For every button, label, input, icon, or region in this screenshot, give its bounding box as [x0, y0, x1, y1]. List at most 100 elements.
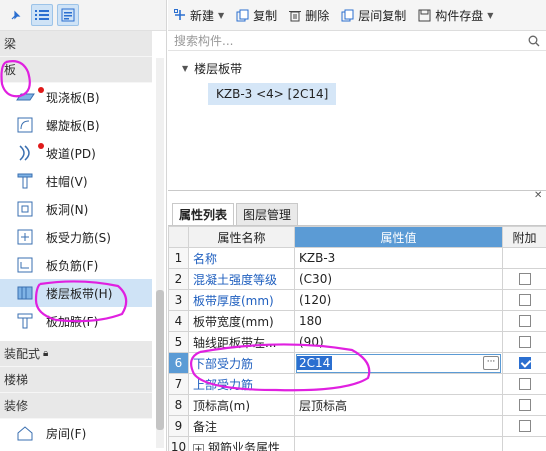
search-input[interactable]: 搜索构件... — [168, 31, 546, 51]
search-icon[interactable] — [528, 35, 540, 47]
copy-label: 复制 — [253, 8, 278, 23]
property-value[interactable]: KZB-3 — [294, 247, 503, 269]
sidebar-item-slab-strip[interactable]: 楼层板带(H) — [0, 279, 152, 307]
category-slab[interactable]: 板 — [0, 57, 152, 83]
table-row[interactable]: 10 + 钢筋业务属性 — [168, 436, 546, 451]
extra-checkbox[interactable] — [518, 378, 531, 390]
room-icon — [14, 423, 36, 443]
property-tabs: 属性列表 图层管理 — [168, 202, 546, 226]
property-name: 上部受力筋 — [188, 373, 295, 395]
save-component-button[interactable]: 构件存盘 ▼ — [418, 7, 493, 24]
new-button[interactable]: 新建 ▼ — [174, 7, 224, 24]
sidebar-item-label: 板受力筋(S) — [46, 230, 111, 245]
copy-icon — [236, 9, 249, 21]
column-cap-icon — [14, 171, 36, 191]
header-value: 属性值 — [294, 226, 503, 248]
property-name: 名称 — [188, 247, 295, 269]
value-edit-field[interactable]: 2C14 ··· — [296, 353, 501, 373]
extra-cell — [502, 436, 546, 451]
table-row[interactable]: 2 混凝土强度等级 (C30) — [168, 268, 546, 290]
category-stairs[interactable]: 楼梯 — [0, 367, 152, 393]
tree-group[interactable]: ▼ 楼层板带 — [168, 57, 546, 79]
property-value[interactable]: 层顶标高 — [294, 394, 503, 416]
sidebar-toolbar — [0, 0, 166, 31]
list-view-icon[interactable] — [31, 4, 53, 26]
floor-copy-button[interactable]: 层间复制 — [341, 7, 406, 24]
table-row[interactable]: 4 板带宽度(mm) 180 — [168, 310, 546, 332]
slab-strip-icon — [14, 283, 36, 303]
sidebar-item-cast-slab[interactable]: 现浇板(B) — [0, 83, 152, 111]
property-value[interactable] — [294, 373, 503, 395]
row-number: 6 — [168, 352, 189, 374]
component-toolbar: 新建 ▼ 复制 删除 层间复制 构件存盘 ▼ — [168, 0, 546, 31]
sidebar-item-slab-rebar[interactable]: 板受力筋(S) — [0, 223, 152, 251]
tab-layer-management[interactable]: 图层管理 — [236, 203, 299, 225]
row-number: 7 — [168, 373, 189, 395]
tree-leaf-item[interactable]: KZB-3 <4> [2C14] — [208, 83, 337, 105]
category-decor[interactable]: 装修 — [0, 393, 152, 419]
table-row[interactable]: 9 备注 — [168, 415, 546, 437]
sidebar-item-slab-hole[interactable]: 板洞(N) — [0, 195, 152, 223]
property-value[interactable] — [294, 436, 503, 451]
sidebar-item-label: 坡道(PD) — [46, 146, 96, 161]
extra-checkbox[interactable] — [518, 357, 531, 369]
extra-checkbox[interactable] — [518, 294, 531, 306]
dropdown-arrow-icon[interactable]: ▼ — [487, 11, 493, 20]
tab-property-list[interactable]: 属性列表 — [172, 203, 235, 225]
save-component-label: 构件存盘 — [435, 8, 484, 23]
table-row[interactable]: 8 顶标高(m) 层顶标高 — [168, 394, 546, 416]
table-header: 属性名称 属性值 附加 — [168, 226, 546, 248]
sidebar-item-negative-rebar[interactable]: 板负筋(F) — [0, 251, 152, 279]
cast-slab-icon — [14, 87, 36, 107]
extra-checkbox[interactable] — [518, 336, 531, 348]
property-value[interactable]: (120) — [294, 289, 503, 311]
table-row[interactable]: 1 名称 KZB-3 — [168, 247, 546, 269]
table-row[interactable]: 7 上部受力筋 — [168, 373, 546, 395]
extra-checkbox[interactable] — [518, 399, 531, 411]
property-value[interactable]: 180 — [294, 310, 503, 332]
collapse-arrow-icon[interactable]: ▼ — [182, 64, 188, 73]
property-value[interactable]: 2C14 ··· — [294, 352, 503, 374]
sidebar-scroll-thumb[interactable] — [156, 290, 164, 430]
copy-button[interactable]: 复制 — [236, 7, 277, 24]
slab-hole-icon — [14, 199, 36, 219]
sidebar-item-label: 柱帽(V) — [46, 174, 88, 189]
table-row[interactable]: 3 板带厚度(mm) (120) — [168, 289, 546, 311]
header-extra: 附加 — [502, 226, 546, 248]
property-value[interactable] — [294, 415, 503, 437]
sidebar-item-column-cap[interactable]: 柱帽(V) — [0, 167, 152, 195]
pin-icon[interactable] — [5, 4, 27, 26]
floor-copy-icon — [341, 9, 354, 21]
category-prefab[interactable]: 装配式 🔒︎ — [0, 341, 152, 367]
extra-cell — [502, 247, 546, 269]
property-value[interactable]: (C30) — [294, 268, 503, 290]
dropdown-arrow-icon[interactable]: ▼ — [218, 11, 224, 20]
detail-view-icon[interactable] — [57, 4, 79, 26]
save-icon — [418, 9, 431, 21]
extra-checkbox[interactable] — [518, 273, 531, 285]
sidebar-item-slab-haunch[interactable]: 板加腋(F) — [0, 307, 152, 335]
sidebar-item-spiral-slab[interactable]: 螺旋板(B) — [0, 111, 152, 139]
property-name: 顶标高(m) — [188, 394, 295, 416]
ellipsis-button[interactable]: ··· — [483, 356, 499, 370]
delete-button[interactable]: 删除 — [289, 7, 329, 24]
sidebar-item-label: 板负筋(F) — [46, 258, 99, 273]
property-value[interactable]: (90) — [294, 331, 503, 353]
component-tree: ▼ 楼层板带 KZB-3 <4> [2C14] — [168, 51, 546, 105]
extra-checkbox[interactable] — [518, 315, 531, 327]
extra-checkbox[interactable] — [518, 420, 531, 432]
sidebar-item-room[interactable]: 房间(F) — [0, 419, 152, 447]
row-number: 5 — [168, 331, 189, 353]
value-edit-text[interactable]: 2C14 — [297, 356, 333, 370]
table-row[interactable]: 5 轴线距板带左... (90) — [168, 331, 546, 353]
header-num — [168, 226, 189, 248]
close-icon[interactable]: ✕ — [534, 191, 544, 201]
row-number: 2 — [168, 268, 189, 290]
sidebar-item-label: 房间(F) — [46, 426, 87, 441]
sidebar-item-ramp[interactable]: 坡道(PD) — [0, 139, 152, 167]
new-dot-icon — [38, 143, 44, 149]
extra-cell — [502, 394, 546, 416]
category-beam[interactable]: 梁 — [0, 31, 152, 57]
table-row[interactable]: 6 下部受力筋 2C14 ··· — [168, 352, 546, 374]
expand-icon[interactable]: + — [193, 443, 204, 451]
